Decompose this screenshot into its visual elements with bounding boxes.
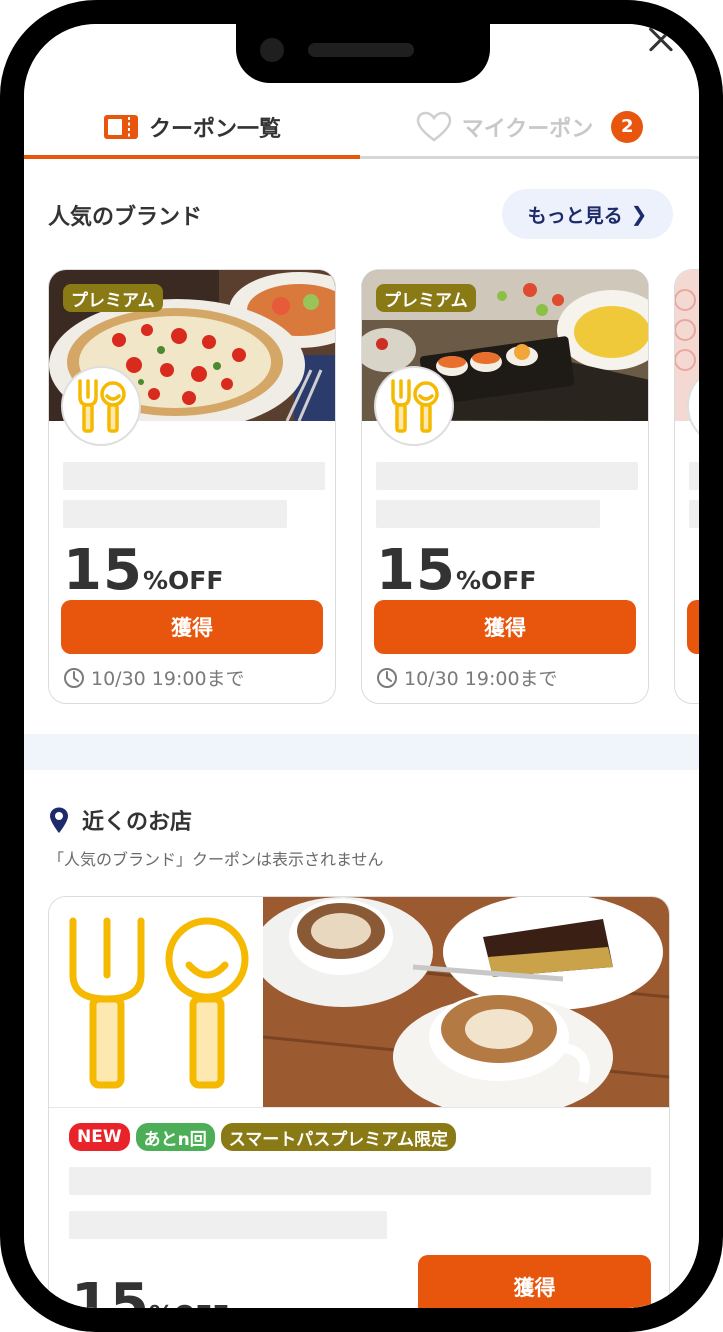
nearby-shops-label: 近くのお店 bbox=[82, 810, 193, 835]
discount-unit: %OFF bbox=[455, 566, 537, 595]
popular-brands-title: 人気のブランド bbox=[48, 205, 203, 230]
premium-tag: プレミアム bbox=[63, 284, 163, 312]
heart-icon bbox=[416, 111, 451, 142]
deadline: 10/30 19:00まで bbox=[376, 664, 558, 691]
discount-value: 15%OFF bbox=[71, 1272, 229, 1308]
fork-spoon-icon bbox=[78, 379, 126, 433]
title-placeholder bbox=[69, 1167, 651, 1195]
discount-value: 15%OFF bbox=[63, 538, 223, 603]
premium-only-tag: スマートパスプレミアム限定 bbox=[220, 1123, 457, 1151]
deadline: 10/30 19:00まで bbox=[63, 664, 245, 691]
tab-coupon-list[interactable]: クーポン一覧 bbox=[24, 97, 360, 156]
get-coupon-button[interactable]: 獲得 bbox=[418, 1255, 651, 1308]
clock-icon bbox=[377, 667, 397, 688]
get-coupon-button[interactable]: 獲得 bbox=[374, 600, 636, 654]
brand-coupon-card[interactable]: プレミアム 15%OFF 獲得 10/30 19:00まで bbox=[361, 269, 649, 704]
shop-logo bbox=[49, 897, 263, 1107]
remaining-uses-tag: あとn回 bbox=[135, 1123, 215, 1151]
phone-frame: クーポン一覧 マイクーポン 2 人気のブランド もっと見る ❯ プレミアム 15… bbox=[0, 0, 723, 1332]
camera-icon bbox=[260, 38, 284, 62]
ticket-icon bbox=[103, 114, 138, 139]
speaker-grille bbox=[308, 43, 414, 57]
phone-notch bbox=[236, 24, 490, 83]
card-divider bbox=[49, 1107, 669, 1108]
tab-my-coupons[interactable]: マイクーポン 2 bbox=[360, 97, 699, 156]
location-pin-icon bbox=[50, 807, 68, 833]
get-coupon-button[interactable]: 獲得 bbox=[61, 600, 323, 654]
fork-spoon-icon bbox=[391, 379, 439, 433]
shop-coupon-card[interactable]: NEW あとn回 スマートパスプレミアム限定 15%OFF 獲得 bbox=[48, 896, 670, 1308]
tab-coupon-list-label: クーポン一覧 bbox=[148, 116, 281, 142]
see-more-label: もっと見る bbox=[527, 204, 623, 227]
app-screen: クーポン一覧 マイクーポン 2 人気のブランド もっと見る ❯ プレミアム 15… bbox=[24, 24, 699, 1308]
discount-number: 15 bbox=[376, 538, 456, 603]
get-coupon-button[interactable] bbox=[687, 600, 699, 654]
clock-icon bbox=[64, 667, 84, 688]
discount-value: 15%OFF bbox=[376, 538, 536, 603]
discount-number: 15 bbox=[71, 1272, 149, 1308]
brand-logo bbox=[61, 366, 141, 446]
subtitle-placeholder bbox=[69, 1211, 387, 1239]
see-more-button[interactable]: もっと見る ❯ bbox=[502, 189, 673, 239]
discount-unit: %OFF bbox=[142, 566, 224, 595]
subtitle-placeholder bbox=[63, 500, 287, 528]
deadline-text: 10/30 19:00まで bbox=[404, 668, 558, 690]
fork-spoon-icon bbox=[69, 917, 249, 1089]
discount-number: 15 bbox=[63, 538, 143, 603]
my-coupons-count-badge: 2 bbox=[611, 110, 644, 143]
nearby-shops-title: 近くのお店 bbox=[48, 804, 192, 836]
brand-logo bbox=[374, 366, 454, 446]
brand-coupon-card[interactable]: プレミアム 15%OFF 獲得 10/30 19:00まで bbox=[48, 269, 336, 704]
title-placeholder bbox=[63, 462, 325, 490]
deadline-text: 10/30 19:00まで bbox=[91, 668, 245, 690]
tab-my-coupons-label: マイクーポン bbox=[461, 116, 594, 142]
nearby-note: 「人気のブランド」クーポンは表示されません bbox=[48, 850, 384, 869]
tab-divider bbox=[360, 156, 699, 159]
title-placeholder bbox=[689, 462, 699, 490]
brand-coupon-card[interactable] bbox=[674, 269, 699, 704]
coupon-tags: NEW あとn回 スマートパスプレミアム限定 bbox=[69, 1123, 457, 1151]
active-tab-indicator bbox=[24, 155, 360, 159]
section-divider bbox=[24, 734, 699, 770]
subtitle-placeholder bbox=[376, 500, 600, 528]
shop-photo-cafe bbox=[263, 897, 669, 1107]
chevron-right-icon: ❯ bbox=[630, 202, 648, 226]
close-button[interactable] bbox=[643, 24, 679, 54]
new-tag: NEW bbox=[69, 1123, 130, 1151]
coupon-tabs: クーポン一覧 マイクーポン 2 bbox=[24, 97, 699, 160]
title-placeholder bbox=[376, 462, 638, 490]
premium-tag: プレミアム bbox=[376, 284, 476, 312]
subtitle-placeholder bbox=[689, 500, 699, 528]
discount-unit: %OFF bbox=[149, 1300, 229, 1308]
